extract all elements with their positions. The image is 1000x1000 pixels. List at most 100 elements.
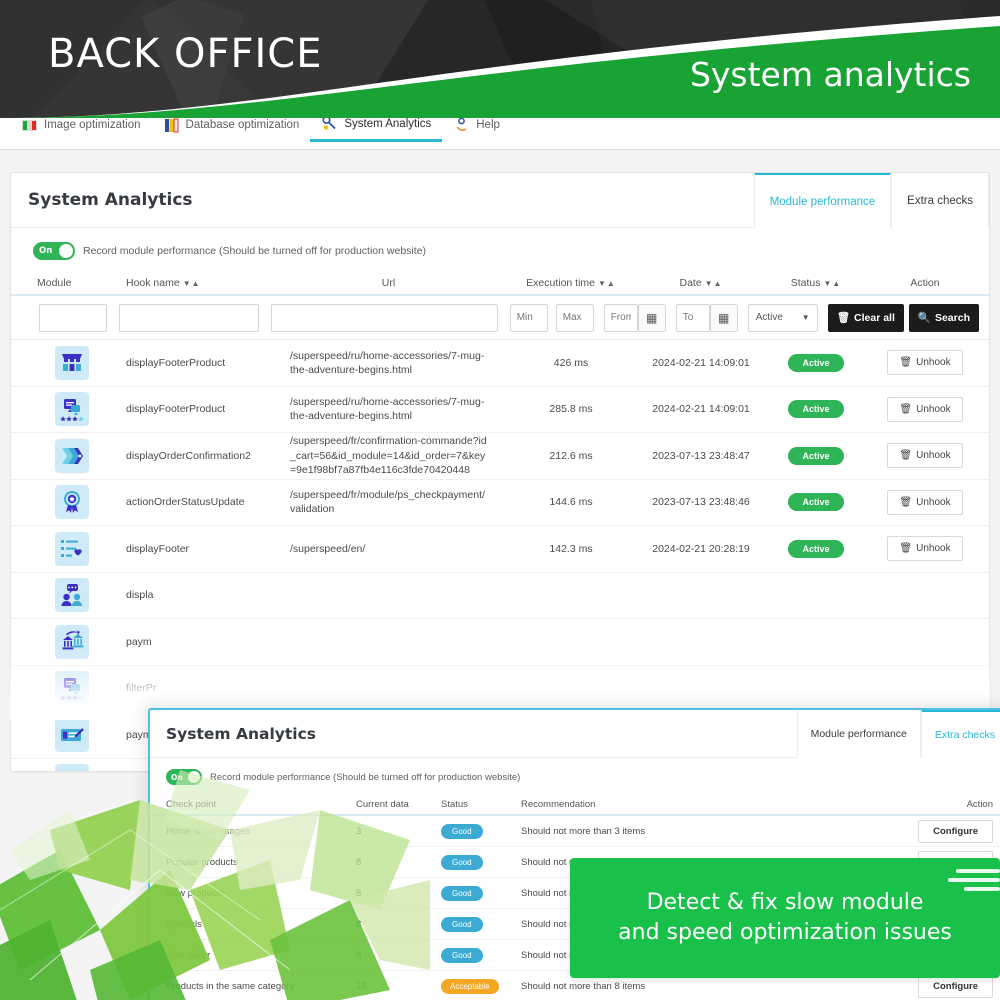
unhook-button[interactable]: 🗑 Unhook [887,350,963,376]
execution-time-cell: 212.6 ms [549,449,593,462]
clear-all-button[interactable]: 🗑 Clear all [827,303,904,332]
check-status-cell: Good [441,947,521,963]
tab2-module-performance[interactable]: Module performance [796,710,921,758]
recommendation-cell: Should not more than 8 items [521,980,646,992]
col-status-label: Status [790,277,821,289]
col-status[interactable]: Status ▼▲ [761,277,871,289]
nav-item-label: Database optimization [185,119,300,131]
filter-date-to-input[interactable] [675,303,710,332]
toggle-description: Record module performance (Should be tur… [83,245,426,257]
module-cell [21,578,126,613]
filter-date-from-input[interactable] [603,303,638,332]
url-cell: /superspeed/ru/home-accessories/7-mug-th… [290,349,485,376]
module-cell [21,438,126,473]
toggle-knob [188,771,200,783]
col-exec-label: Execution time [526,277,596,289]
tab-label: Extra checks [934,729,995,741]
filter-hook-input[interactable] [119,303,259,332]
toggle-state-label: On [171,772,183,782]
current-data-cell: 3 [356,825,362,837]
filter-max-input[interactable] [555,303,594,332]
hook-name-cell: displayFooterProduct [126,403,226,416]
unhook-button[interactable]: 🗑 Unhook [887,489,963,515]
module-cell [21,345,126,380]
execution-time-cell: 285.8 ms [549,403,593,416]
unhook-button[interactable]: 🗑 Unhook [887,443,963,469]
col-date-label: Date [679,277,702,289]
review-stars-icon [55,392,89,427]
panel2-toggle-row: On Record module performance (Should be … [150,758,1000,794]
check-payment-icon [55,764,89,771]
banner-title: BACK OFFICE [48,31,323,77]
record-performance-toggle[interactable]: On [33,242,75,260]
col-execution-time[interactable]: Execution time ▼▲ [501,277,641,289]
tab2-extra-checks[interactable]: Extra checks [920,710,1000,758]
current-data-cell: 16 [356,980,367,992]
filter-module-input[interactable] [39,303,107,332]
wishlist-icon [55,531,89,566]
table-row: displayOrderConfirmation2/superspeed/fr/… [11,433,989,480]
tab-extra-checks[interactable]: Extra checks [891,173,989,228]
panel2-header: System Analytics Module performance Extr… [150,710,1000,758]
action-cell: 🗑 Unhook [871,536,979,562]
execution-time-cell: 142.3 ms [549,542,593,555]
chevron-down-icon: ▼ [801,313,810,322]
sort-icon[interactable]: ▼▲ [183,279,201,288]
status-badge: Good [441,823,483,839]
col-date[interactable]: Date ▼▲ [641,277,761,289]
filter-url-input[interactable] [271,303,498,332]
module-cell [21,717,126,752]
date-cell: 2023-07-13 23:48:46 [652,496,750,509]
app-root: Image optimization Database optimization… [0,0,1000,1000]
status-badge: Good [441,854,483,870]
tab-module-performance[interactable]: Module performance [753,173,892,228]
sort-icon[interactable]: ▼▲ [823,279,841,288]
panel2-record-toggle[interactable]: On [166,769,202,785]
price-tags-icon [55,438,89,473]
hook-name-cell: displayFooterProduct [126,356,226,369]
bank-transfer-icon [55,624,89,659]
col-hook-name[interactable]: Hook name ▼▲ [126,277,276,289]
status-badge: Active [788,539,844,558]
col-check-action: Action [966,798,993,810]
col-module: Module [37,277,72,289]
filter-status-select[interactable]: Active ▼ [747,303,818,332]
check-point-cell: Popular products [166,856,238,868]
calendar-to-icon[interactable]: ▦ [709,303,738,332]
url-cell: /superspeed/en/ [290,542,366,555]
toggle-state-label: On [39,246,53,256]
unhook-button[interactable]: 🗑 Unhook [887,396,963,422]
filter-min-input[interactable] [509,303,548,332]
trash-icon: 🗑 [899,450,913,462]
callout-line-2: and speed optimization issues [618,920,952,945]
table-row: displa [11,573,989,619]
status-badge: Active [788,353,844,372]
unhook-label: Unhook [916,496,951,508]
check-status-cell: Good [441,854,521,870]
action-cell: 🗑 Unhook [871,443,979,469]
check-payment-icon [55,717,89,752]
col-url: Url [381,277,396,289]
trash-icon: 🗑 [899,496,913,508]
panel2-title: System Analytics [166,724,317,743]
module-performance-panel: System Analytics Module performance Extr… [10,172,990,772]
search-button[interactable]: 🔍 Search [908,303,979,332]
calendar-from-icon[interactable]: ▦ [637,303,666,332]
callout-line-1: Detect & fix slow module [646,890,924,916]
status-badge: Active [788,493,844,512]
date-cell: 2023-07-13 23:48:47 [652,449,750,462]
configure-button[interactable]: Configure [918,819,993,843]
module-cell [21,671,126,706]
sort-icon[interactable]: ▼▲ [598,279,616,288]
status-cell: Active [761,400,871,419]
award-badge-icon [55,485,89,520]
check-point-cell: Specials [166,918,202,930]
unhook-label: Unhook [916,450,951,462]
store-front-icon [55,345,89,380]
url-cell: /superspeed/fr/module/ps_checkpayment/va… [290,489,485,516]
unhook-button[interactable]: 🗑 Unhook [887,536,963,562]
sort-icon[interactable]: ▼▲ [705,279,723,288]
col-check-status: Status [441,798,468,810]
check-point-cell: New products [166,887,225,899]
unhook-label: Unhook [916,403,951,415]
